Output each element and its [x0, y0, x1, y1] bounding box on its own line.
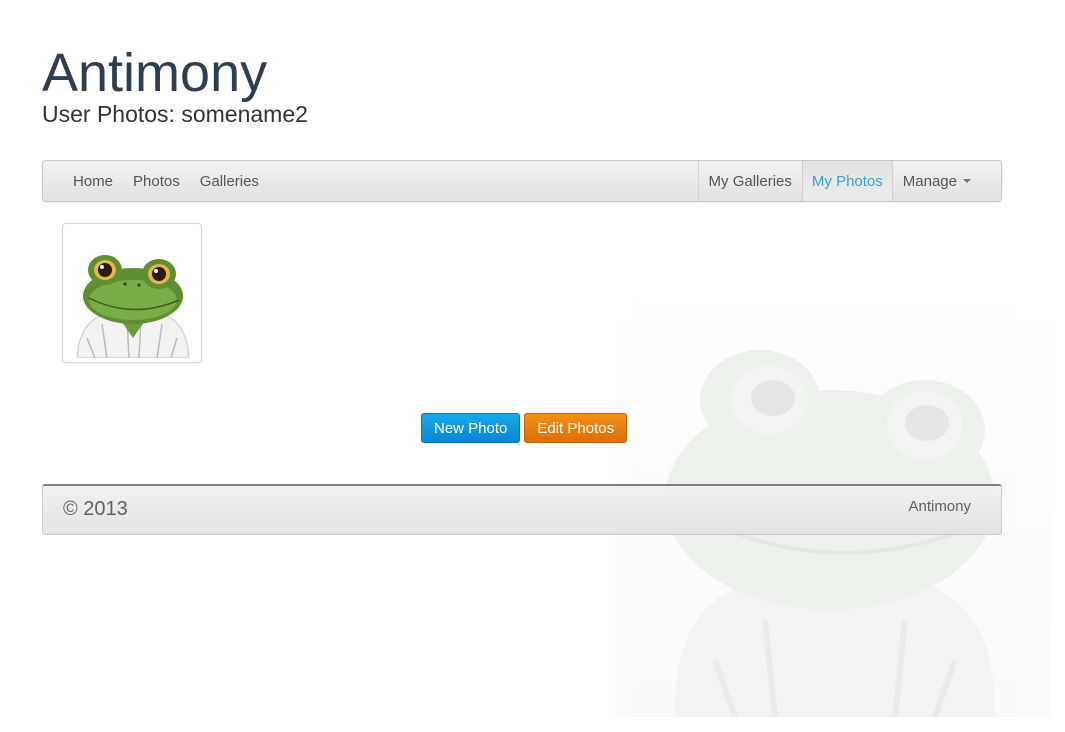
caret-down-icon: [963, 179, 971, 183]
nav-left-group: Home Photos Galleries: [63, 161, 269, 201]
footer-brand-link[interactable]: Antimony: [908, 498, 971, 515]
nav-galleries-link[interactable]: Galleries: [190, 161, 269, 201]
photo-actions: New Photo Edit Photos: [421, 413, 628, 443]
photo-thumbnail[interactable]: [62, 223, 202, 363]
nav-manage-label: Manage: [902, 172, 957, 190]
footer-copyright: © 2013: [63, 498, 128, 520]
nav-photos-link[interactable]: Photos: [123, 161, 190, 201]
frog-photo-icon: [67, 228, 197, 358]
footer: © 2013 Antimony: [42, 484, 1002, 535]
site-title: Antimony: [42, 43, 268, 103]
page-subtitle: User Photos: somename2: [42, 101, 308, 127]
nav-right-group: My Galleries My Photos Manage: [697, 161, 981, 201]
main-navbar: Home Photos Galleries My Galleries My Ph…: [42, 160, 1002, 202]
nav-home-link[interactable]: Home: [63, 161, 123, 201]
nav-manage-dropdown[interactable]: Manage: [893, 161, 981, 201]
edit-photos-button[interactable]: Edit Photos: [524, 413, 628, 443]
nav-my-galleries-link[interactable]: My Galleries: [699, 161, 802, 201]
new-photo-button[interactable]: New Photo: [421, 413, 521, 443]
nav-my-photos-link[interactable]: My Photos: [801, 161, 893, 201]
